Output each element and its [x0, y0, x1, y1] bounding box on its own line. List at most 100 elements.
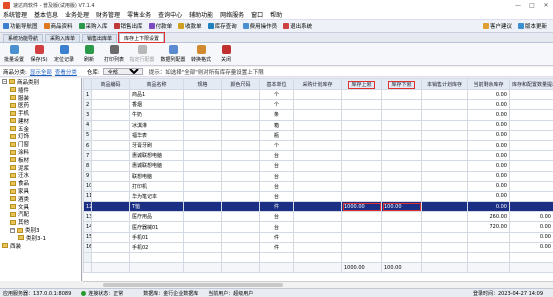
convert-format-button[interactable]: 转换格式 [190, 45, 212, 63]
table-row[interactable]: 14 医疗器械01 台 720.000.00 [83, 221, 553, 233]
update-button[interactable]: 版本更新 [517, 22, 547, 30]
column-header[interactable]: 库存和配置数量提示 [509, 78, 553, 90]
table-cell[interactable] [381, 129, 422, 141]
table-cell[interactable] [381, 211, 422, 223]
minimize-button[interactable]: — [511, 0, 525, 10]
table-cell[interactable] [381, 221, 422, 233]
tree-node[interactable]: 其他 [0, 218, 81, 226]
column-header[interactable]: 规格 [183, 78, 222, 90]
table-cell[interactable] [381, 160, 422, 172]
tree-node[interactable]: 板材 [0, 156, 81, 164]
table-cell[interactable] [341, 160, 382, 172]
table-cell[interactable] [341, 150, 382, 162]
warehouse-select[interactable]: 全部 [102, 68, 143, 75]
tree-node[interactable]: 建材 [0, 117, 81, 125]
table-cell[interactable] [341, 241, 382, 254]
table-row[interactable]: 12 T恤 件 1000.00100.00 0.00 [83, 201, 553, 213]
table-cell[interactable] [381, 109, 422, 121]
column-header[interactable]: 库存下限 [381, 78, 422, 90]
tree-node[interactable]: 汪水 [0, 172, 81, 179]
row-config-button[interactable]: 指定行配置 [128, 45, 156, 63]
menu-retail[interactable]: 零售业务 [127, 10, 151, 19]
tree-node[interactable]: 手机 [0, 109, 81, 117]
receipt-button[interactable]: 收款单 [178, 22, 202, 30]
batch-set-button[interactable]: 批量设置 [3, 45, 25, 63]
table-cell[interactable]: 100.00 [381, 201, 422, 213]
table-row[interactable]: 16 手机02 件 0.00 [83, 241, 553, 254]
column-header[interactable]: 本销售计划库存 [421, 78, 468, 90]
table-cell[interactable] [341, 231, 382, 243]
table-cell[interactable] [381, 241, 422, 254]
tree-node[interactable]: 类别3-1 [0, 234, 81, 242]
column-header[interactable]: 库存上限 [341, 78, 382, 90]
table-row[interactable]: 4 冰淇淋 箱 0.00 [83, 119, 553, 131]
table-cell[interactable] [381, 170, 422, 182]
table-row[interactable]: 2 香烟 个 0.00 [83, 99, 553, 111]
goods-button[interactable]: 商品资料 [43, 22, 73, 30]
tree-node[interactable]: 家具 [0, 187, 81, 195]
view-category-link[interactable]: 查看分类 [55, 68, 77, 76]
table-cell[interactable] [381, 119, 422, 131]
collapse-toggle-icon[interactable]: − [2, 79, 7, 85]
table-row[interactable]: 10 打印机 台 0.00 [83, 180, 553, 192]
table-row[interactable]: 5 福华表 瓶 0.00 [83, 129, 553, 141]
table-row[interactable]: 8 惠诚联想电脑 台 0.00 [83, 160, 553, 172]
table-cell[interactable] [381, 150, 422, 162]
table-cell[interactable] [381, 190, 422, 203]
tree-node[interactable]: 服装 [0, 94, 81, 102]
menu-basic-info[interactable]: 基本信息 [34, 10, 58, 19]
menu-tools[interactable]: 辅助功能 [189, 10, 213, 19]
tree-node[interactable]: 灯饰 [0, 133, 81, 140]
tree-node[interactable]: 涂料 [0, 148, 81, 156]
table-cell[interactable] [341, 190, 382, 203]
tree-node[interactable]: 医药 [0, 101, 81, 109]
purchase-in-button[interactable]: 采购入库 [78, 22, 108, 30]
column-header[interactable] [83, 78, 92, 90]
print-button[interactable]: 打印列表 [103, 45, 125, 63]
menu-network[interactable]: 网络服务 [220, 10, 244, 19]
menu-business[interactable]: 业务处理 [65, 10, 89, 19]
tree-node[interactable]: − 商品类别 [0, 78, 81, 86]
column-header[interactable]: 颜色尺码 [221, 78, 260, 90]
tab-stock-limits[interactable]: 库存上下限设置 [118, 32, 166, 43]
table-row[interactable]: 3 牛奶 条 0.00 [83, 109, 553, 121]
table-row[interactable]: 6 牙膏牙刷 个 0.00 [83, 139, 553, 152]
column-config-button[interactable]: 数据列配置 [159, 45, 187, 63]
operator-button[interactable]: 费用操作员 [242, 22, 277, 30]
table-row[interactable]: 11 华为笔记本 台 0.00 [83, 190, 553, 203]
table-cell[interactable] [381, 88, 422, 101]
close-button[interactable]: ✕ [539, 0, 553, 10]
table-cell[interactable] [341, 221, 382, 233]
tree-node[interactable]: 五金 [0, 125, 81, 133]
menu-window[interactable]: 窗口 [251, 10, 263, 19]
table-cell[interactable] [341, 170, 382, 182]
sales-out-button[interactable]: 销售出库 [113, 22, 143, 30]
payment-button[interactable]: 付款单 [148, 22, 172, 30]
column-header[interactable]: 基本单位 [259, 78, 294, 90]
scroll-thumb[interactable] [103, 283, 283, 287]
tab-nav[interactable]: 系统功能导航 [3, 34, 44, 42]
tree-node[interactable]: − 类别3 [0, 226, 81, 234]
stock-query-button[interactable]: 库存查询 [207, 22, 237, 30]
table-cell[interactable] [381, 231, 422, 243]
maximize-button[interactable]: □ [525, 0, 539, 10]
feedback-button[interactable]: 客户建议 [482, 22, 512, 30]
menu-query[interactable]: 查询中心 [158, 10, 182, 19]
tree-node[interactable]: 西装 [0, 242, 81, 250]
table-cell[interactable]: 1000.00 [341, 201, 382, 213]
column-header[interactable]: 采购计划库存 [293, 78, 342, 90]
table-cell[interactable] [341, 88, 382, 101]
column-header[interactable]: 商品编码 [91, 78, 130, 90]
locate-button[interactable]: 定位记录 [53, 45, 75, 63]
save-button[interactable]: 保存(S) [28, 45, 50, 63]
tree-node[interactable]: 食品 [0, 179, 81, 187]
table-cell[interactable] [341, 109, 382, 121]
show-all-link[interactable]: 显示全部 [30, 68, 52, 76]
tab-purchase-in[interactable]: 采购入库单 [45, 34, 81, 42]
nav-map-button[interactable]: 功能导航图 [3, 22, 38, 30]
column-header[interactable]: 商品名称 [129, 78, 184, 90]
tree-node[interactable]: 泥浆 [0, 164, 81, 172]
table-cell[interactable] [381, 180, 422, 192]
exit-button[interactable]: 退出系统 [283, 22, 312, 30]
table-cell[interactable] [341, 99, 382, 111]
